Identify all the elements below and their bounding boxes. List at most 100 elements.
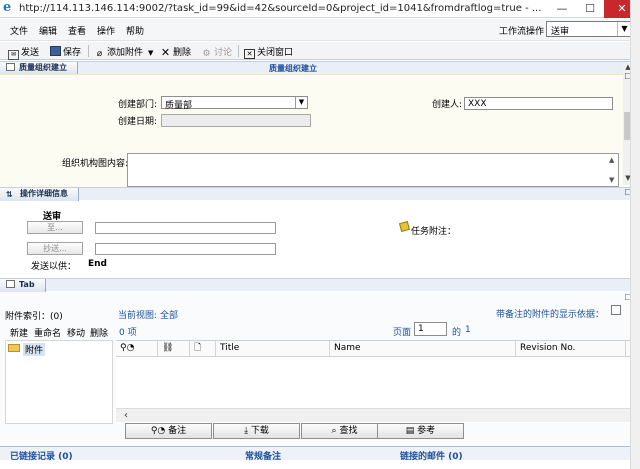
search-button[interactable]: ⌕ 查找: [301, 423, 388, 439]
tab-section-header: Tab: [0, 278, 640, 292]
save-button[interactable]: 保存: [50, 45, 81, 58]
cc-input[interactable]: [95, 243, 276, 255]
linked-mail-link[interactable]: 链接的邮件 (0): [400, 449, 463, 462]
workflow-label: 工作流操作: [499, 27, 545, 37]
menu-view[interactable]: 查看: [68, 24, 86, 37]
content-label: 组织机构图内容:: [62, 159, 129, 169]
discuss-button[interactable]: ⚙ 讨论: [201, 45, 232, 59]
current-view-value[interactable]: 全部: [160, 308, 178, 321]
menu-bar: 文件 编辑 查看 操作 帮助 工作流操作 送审 ▼: [0, 19, 640, 41]
note-basis-label: 带备注的附件的显示依据：: [496, 310, 605, 320]
send-button[interactable]: ✉ 发送: [8, 45, 39, 60]
to-input[interactable]: [95, 222, 276, 234]
tree-root-attachments[interactable]: 附件: [23, 343, 46, 356]
tab-icon: [6, 280, 15, 288]
workflow-select-value: 送审: [551, 27, 570, 37]
delete-label: 删除: [173, 48, 192, 58]
sent-for-value: End: [88, 259, 107, 269]
op-section-header: ⇅ 操作详细信息: [0, 187, 630, 201]
dept-select[interactable]: 质量部 ▼: [161, 96, 308, 111]
reference-button-label: 参考: [417, 426, 436, 436]
add-attachment-label: 添加附件: [107, 48, 144, 58]
save-label: 保存: [63, 48, 82, 58]
close-icon: ✕: [160, 46, 171, 59]
col-name[interactable]: Name: [330, 341, 516, 357]
delete-button[interactable]: ✕ 删除: [160, 45, 191, 58]
textarea-scroll-down-icon[interactable]: ▼: [609, 176, 617, 184]
note-icon: [398, 220, 411, 233]
form-section-header: 质量组织建立 质量组织建立: [0, 61, 630, 75]
link-column-icon: ⛓: [162, 343, 174, 353]
page-label: 页面: [393, 328, 412, 338]
chevron-down-icon: ▼: [617, 22, 631, 36]
page-input[interactable]: 1: [414, 322, 447, 336]
scroll-left-icon[interactable]: ‹: [124, 410, 128, 421]
close-window-toolbar-button[interactable]: ✕ 关闭窗口: [244, 45, 293, 59]
arrows-icon: ⇅: [6, 190, 13, 199]
reference-icon: ▤: [405, 426, 418, 436]
add-attachment-button[interactable]: ⌀ 添加附件 ▼: [94, 45, 154, 59]
tree-delete[interactable]: 删除: [90, 326, 108, 339]
toolbar-separator: [88, 45, 89, 57]
menu-help[interactable]: 帮助: [126, 24, 144, 37]
note-button-label: 备注: [168, 426, 187, 436]
creator-field[interactable]: XXX: [464, 97, 613, 110]
total-pages: 1: [465, 325, 471, 335]
chevron-down-icon: ▼: [295, 97, 307, 108]
op-section-tab[interactable]: ⇅ 操作详细信息: [0, 188, 79, 201]
tree-new[interactable]: 新建: [10, 326, 28, 339]
current-view-label: 当前视图:: [118, 311, 158, 321]
creator-label: 创建人:: [432, 100, 463, 110]
cc-button[interactable]: 抄送...: [27, 242, 83, 255]
op-section-tab-label: 操作详细信息: [20, 189, 68, 198]
col-title[interactable]: Title: [216, 341, 330, 357]
to-button[interactable]: 至...: [27, 221, 83, 234]
textarea-scroll-up-icon[interactable]: ▲: [609, 156, 617, 164]
item-count: 0 项: [119, 328, 137, 338]
col-doc[interactable]: 🗋: [190, 341, 216, 357]
minimize-button[interactable]: —: [548, 0, 576, 18]
send-label: 发送: [21, 48, 40, 58]
note-button[interactable]: ⚲◔ 备注: [125, 423, 212, 439]
attachment-tree: 附件: [5, 340, 113, 424]
date-label: 创建日期:: [118, 117, 158, 127]
grid-hscrollbar[interactable]: ‹: [116, 408, 640, 422]
close-window-icon: ✕: [244, 49, 255, 59]
note-basis-checkbox[interactable]: [611, 305, 621, 315]
workflow-select[interactable]: 送审 ▼: [546, 21, 632, 37]
content-textarea[interactable]: ▲ ▼: [127, 153, 619, 187]
chevron-down-icon: ▼: [148, 49, 154, 57]
reference-button[interactable]: ▤ 参考: [377, 423, 464, 439]
col-note[interactable]: ⚲◔: [116, 341, 158, 357]
save-icon: [50, 46, 61, 56]
linked-records-link[interactable]: 已链接记录 (0): [10, 449, 73, 462]
maximize-button[interactable]: ☐: [576, 0, 604, 18]
grid-header: ⚲◔ ⛓ 🗋 Title Name Revision No. Is: [116, 341, 640, 357]
form-section-tab-label: 质量组织建立: [19, 63, 67, 72]
menu-edit[interactable]: 编辑: [39, 24, 57, 37]
tab-section-tab[interactable]: Tab: [0, 279, 46, 292]
date-field[interactable]: [161, 114, 311, 127]
col-link[interactable]: ⛓: [158, 341, 190, 357]
search-button-label: 查找: [339, 426, 358, 436]
menu-file[interactable]: 文件: [10, 24, 28, 37]
status-bar: 已链接记录 (0) 常规备注 链接的邮件 (0): [0, 446, 630, 462]
form-icon: [6, 63, 15, 71]
window-title-url: http://114.113.146.114:9002/?task_id=99&…: [19, 3, 542, 14]
form-title: 质量组织建立: [269, 64, 317, 73]
discuss-label: 讨论: [214, 48, 233, 58]
tree-rename[interactable]: 重命名: [34, 326, 61, 339]
download-button[interactable]: ⤓ 下载: [213, 423, 300, 439]
attachment-index-label: 附件索引：(0): [5, 312, 63, 322]
task-note-label: 任务附注：: [411, 227, 457, 237]
sent-for-label: 发送以供：: [31, 262, 77, 272]
col-revision[interactable]: Revision No.: [516, 341, 626, 357]
tree-move[interactable]: 移动: [67, 326, 85, 339]
common-notes-link[interactable]: 常规备注: [245, 449, 281, 462]
menu-action[interactable]: 操作: [97, 24, 115, 37]
dept-label: 创建部门:: [118, 100, 158, 110]
title-bar: e http://114.113.146.114:9002/?task_id=9…: [0, 0, 640, 18]
window-vscrollbar[interactable]: [630, 0, 640, 469]
note-column-icon: ⚲◔: [120, 343, 135, 353]
attachment-grid: ⚲◔ ⛓ 🗋 Title Name Revision No. Is ‹: [116, 340, 640, 423]
